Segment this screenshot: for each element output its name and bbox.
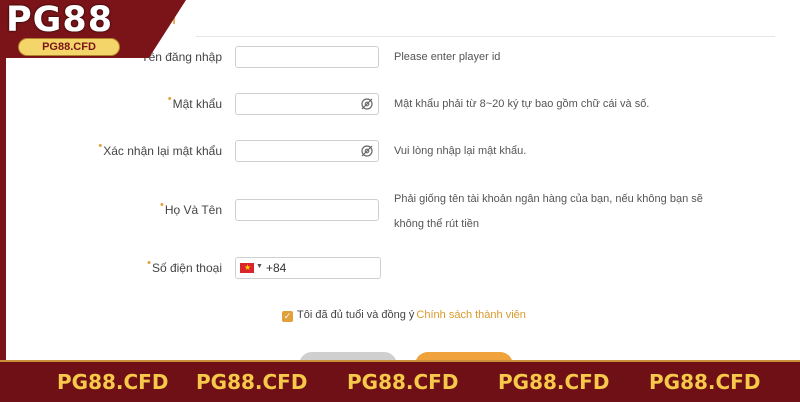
chevron-down-icon[interactable]: ▼ bbox=[256, 263, 263, 270]
required-marker: • bbox=[167, 93, 172, 105]
phone-label-text: Số điện thoại bbox=[151, 261, 222, 275]
vietnam-flag-icon[interactable]: ★ bbox=[240, 263, 254, 273]
confirm-password-input[interactable] bbox=[235, 140, 379, 162]
required-marker: • bbox=[147, 257, 151, 269]
country-code: +84 bbox=[266, 261, 287, 275]
fullname-label-text: Họ Và Tên bbox=[164, 203, 222, 217]
logo: PG88 PG88.CFD bbox=[0, 0, 190, 64]
confirm-password-hint: Vui lòng nhập lại mật khẩu. bbox=[394, 145, 527, 157]
phone-label: •Số điện thoại bbox=[147, 257, 222, 275]
username-hint: Please enter player id bbox=[394, 51, 501, 63]
banner-item: PG88.CFD bbox=[347, 370, 459, 394]
fullname-label: •Họ Và Tên bbox=[160, 199, 222, 217]
password-label: •Mật khẩu bbox=[168, 93, 222, 111]
bottom-banner: PG88.CFD PG88.CFD PG88.CFD PG88.CFD PG88… bbox=[0, 360, 800, 402]
agree-text: Tôi đã đủ tuổi và đồng ý bbox=[297, 309, 415, 321]
required-marker: • bbox=[159, 199, 164, 211]
banner-item: PG88.CFD bbox=[196, 370, 308, 394]
banner-item: PG88.CFD bbox=[649, 370, 761, 394]
banner-item: PG88.CFD bbox=[498, 370, 610, 394]
logo-text: PG88 bbox=[6, 0, 114, 40]
logo-url-badge: PG88.CFD bbox=[18, 38, 120, 56]
eye-slash-icon[interactable] bbox=[360, 144, 374, 158]
confirm-password-label: •Xác nhận lại mật khẩu bbox=[98, 140, 222, 158]
fullname-hint-line1: Phải giống tên tài khoản ngân hàng của b… bbox=[394, 193, 703, 205]
password-hint: Mật khẩu phải từ 8~20 ký tự bao gồm chữ … bbox=[394, 98, 650, 110]
member-policy-link[interactable]: Chính sách thành viên bbox=[416, 309, 525, 321]
banner-item: PG88.CFD bbox=[57, 370, 169, 394]
fullname-hint-line2: không thể rút tiền bbox=[394, 218, 480, 230]
agree-row: ✓ Tôi đã đủ tuổi và đồng ý Chính sách thàn… bbox=[282, 309, 526, 322]
username-input[interactable] bbox=[235, 46, 379, 68]
agree-checkbox[interactable]: ✓ bbox=[282, 311, 293, 322]
password-label-text: Mật khẩu bbox=[172, 97, 222, 111]
password-input[interactable] bbox=[235, 93, 379, 115]
required-marker: • bbox=[98, 140, 103, 152]
confirm-password-label-text: Xác nhận lại mật khẩu bbox=[103, 144, 222, 158]
fullname-input[interactable] bbox=[235, 199, 379, 221]
title-divider bbox=[196, 36, 775, 37]
phone-input[interactable]: ★ ▼ +84 bbox=[235, 257, 381, 279]
eye-slash-icon[interactable] bbox=[360, 97, 374, 111]
